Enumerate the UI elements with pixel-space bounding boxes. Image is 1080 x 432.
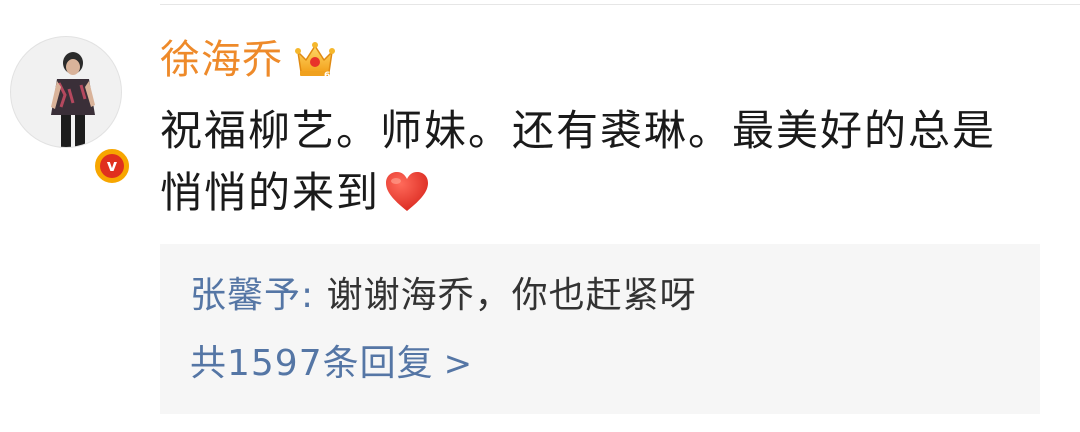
person-silhouette-icon: [51, 52, 95, 147]
heart-icon: [386, 172, 429, 211]
crown-icon[interactable]: 6: [294, 38, 336, 80]
avatar[interactable]: v: [10, 36, 132, 186]
reply-preview-box[interactable]: 张馨予: 谢谢海乔，你也赶紧呀 共1597条回复 >: [160, 244, 1040, 414]
comment-body: 祝福柳艺。师妹。还有裘琳。最美好的总是 悄悄的来到: [160, 100, 1040, 224]
verified-badge-letter: v: [100, 154, 124, 178]
crown-badge-digit: 6: [324, 71, 330, 80]
top-divider: [160, 4, 1080, 5]
comment-line-2: 悄悄的来到: [160, 168, 381, 217]
reply-text: 谢谢海乔，你也赶紧呀: [314, 275, 697, 316]
weibo-comment-card: v 徐海乔 6 祝福柳艺。师妹。还有裘琳。最美好的总是 悄悄的来到 张馨予: 谢…: [0, 0, 1080, 432]
avatar-photo[interactable]: [10, 36, 122, 148]
comment-line-2-wrap: 悄悄的来到: [160, 162, 1040, 224]
comment-line-1: 祝福柳艺。师妹。还有裘琳。最美好的总是: [160, 106, 997, 155]
username[interactable]: 徐海乔: [160, 36, 283, 84]
view-all-replies-link[interactable]: 共1597条回复 >: [190, 340, 473, 388]
reply-count-text[interactable]: 共1597条回复: [190, 343, 434, 384]
verified-icon: v: [92, 146, 132, 186]
reply-line[interactable]: 张馨予: 谢谢海乔，你也赶紧呀: [190, 272, 697, 320]
chevron-right-icon: >: [443, 344, 474, 384]
reply-author[interactable]: 张馨予: [190, 275, 301, 316]
reply-separator: :: [301, 275, 315, 316]
